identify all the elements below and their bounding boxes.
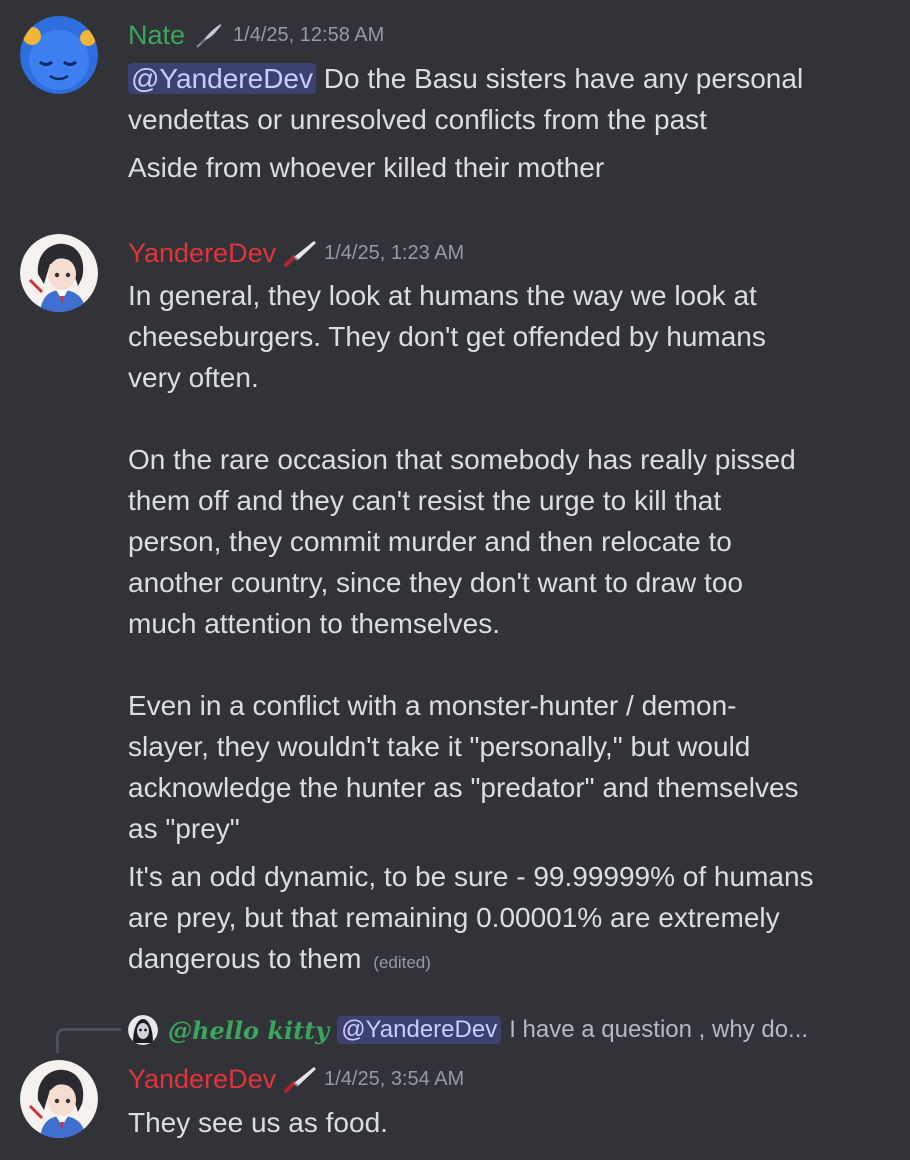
- avatar-yanderedev[interactable]: [20, 1060, 98, 1138]
- message-line: much attention to themselves.: [128, 608, 500, 639]
- message-line: acknowledge the hunter as "predator" and…: [128, 772, 799, 803]
- message-line: another country, since they don't want t…: [128, 567, 743, 598]
- message-yanderedev-2: YandereDev 1/4/25, 3:54 AM They see us a…: [0, 1050, 910, 1160]
- message-line: them off and they can't resist the urge …: [128, 485, 722, 516]
- knife-icon[interactable]: [282, 239, 318, 267]
- message-line: very often.: [128, 362, 259, 393]
- message-line: On the rare occasion that somebody has r…: [128, 444, 796, 475]
- message-line: person, they commit murder and then relo…: [128, 526, 732, 557]
- message-line: [128, 644, 814, 685]
- reply-mention[interactable]: @YandereDev: [337, 1016, 502, 1044]
- feather-quill-icon[interactable]: [191, 21, 227, 49]
- avatar-yanderedev[interactable]: [20, 234, 98, 312]
- reply-author-name[interactable]: @hello kitty: [168, 1016, 329, 1045]
- message-text: Do the Basu sisters have any personal: [323, 63, 804, 94]
- message-line: [128, 398, 814, 439]
- message-line: Aside from whoever killed their mother: [128, 152, 605, 183]
- timestamp[interactable]: 1/4/25, 12:58 AM: [233, 24, 384, 47]
- avatar-nate[interactable]: [20, 16, 98, 94]
- message-line: slayer, they wouldn't take it "personall…: [128, 731, 751, 762]
- anime-girl-avatar-icon: [20, 234, 98, 312]
- message-line: vendettas or unresolved conflicts from t…: [128, 104, 707, 135]
- message-yanderedev-1: YandereDev 1/4/25, 1:23 AM In general, t…: [0, 220, 910, 1000]
- timestamp[interactable]: 1/4/25, 1:23 AM: [324, 242, 464, 265]
- blue-creature-avatar-icon: [20, 16, 98, 94]
- message-line: as "prey": [128, 813, 240, 844]
- user-mention[interactable]: @YandereDev: [128, 63, 316, 94]
- message-line: They see us as food.: [128, 1107, 388, 1138]
- author-name[interactable]: YandereDev: [128, 238, 276, 269]
- edited-label[interactable]: (edited): [373, 953, 431, 972]
- message-text: dangerous to them: [128, 943, 362, 974]
- anime-girl-avatar-icon: [20, 1060, 98, 1138]
- reply-preview[interactable]: I have a question , why do...: [509, 1016, 808, 1044]
- knife-icon[interactable]: [282, 1065, 318, 1093]
- message-line: are prey, but that remaining 0.00001% ar…: [128, 902, 780, 933]
- message-line: It's an odd dynamic, to be sure - 99.999…: [128, 861, 814, 892]
- reply-avatar[interactable]: [128, 1015, 158, 1045]
- message-line: dangerous to them (edited): [128, 938, 814, 979]
- reply-reference[interactable]: @hello kitty @YandereDev I have a questi…: [128, 1012, 808, 1048]
- kitty-avatar-icon: [128, 1015, 158, 1045]
- author-name[interactable]: YandereDev: [128, 1064, 276, 1095]
- message-line: @YandereDev Do the Basu sisters have any…: [128, 58, 803, 99]
- message-nate: Nate 1/4/25, 12:58 AM @YandereDev Do the…: [0, 0, 910, 200]
- author-name[interactable]: Nate: [128, 20, 185, 51]
- message-line: Even in a conflict with a monster-hunter…: [128, 690, 737, 721]
- message-line: cheeseburgers. They don't get offended b…: [128, 321, 766, 352]
- message-line: In general, they look at humans the way …: [128, 280, 757, 311]
- timestamp[interactable]: 1/4/25, 3:54 AM: [324, 1068, 464, 1091]
